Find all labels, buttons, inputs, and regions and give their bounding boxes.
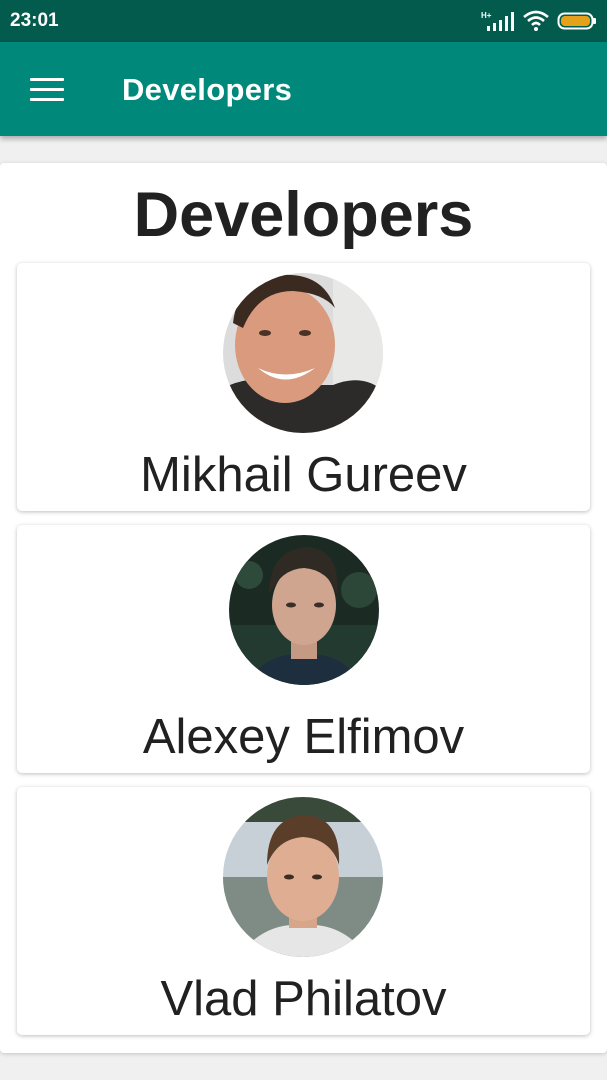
developer-card[interactable]: Vlad Philatov <box>17 787 590 1035</box>
developer-name: Alexey Elfimov <box>142 710 465 764</box>
status-bar: 23:01 H+ <box>0 0 607 42</box>
signal-icon: H+ <box>481 11 514 31</box>
developers-panel: Developers Mikhail Gureev Alexey Elfimov… <box>0 163 607 1053</box>
status-time: 23:01 <box>10 10 59 31</box>
app-bar-title: Developers <box>122 72 293 107</box>
wifi-icon <box>523 10 549 31</box>
avatar <box>229 535 379 685</box>
hamburger-menu-icon[interactable] <box>30 78 64 102</box>
developer-card[interactable]: Alexey Elfimov <box>17 525 590 773</box>
avatar-photo <box>223 273 383 433</box>
page-heading: Developers <box>133 180 474 250</box>
signal-label: H+ <box>481 11 492 20</box>
developer-name: Vlad Philatov <box>160 972 447 1026</box>
app-bar: Developers <box>0 42 607 136</box>
developer-name: Mikhail Gureev <box>140 448 467 502</box>
battery-icon <box>557 12 596 30</box>
avatar <box>223 273 383 433</box>
status-icons: H+ <box>481 9 597 33</box>
avatar-photo <box>223 797 383 957</box>
avatar <box>223 797 383 957</box>
developer-card[interactable]: Mikhail Gureev <box>17 263 590 511</box>
avatar-photo <box>229 535 379 685</box>
